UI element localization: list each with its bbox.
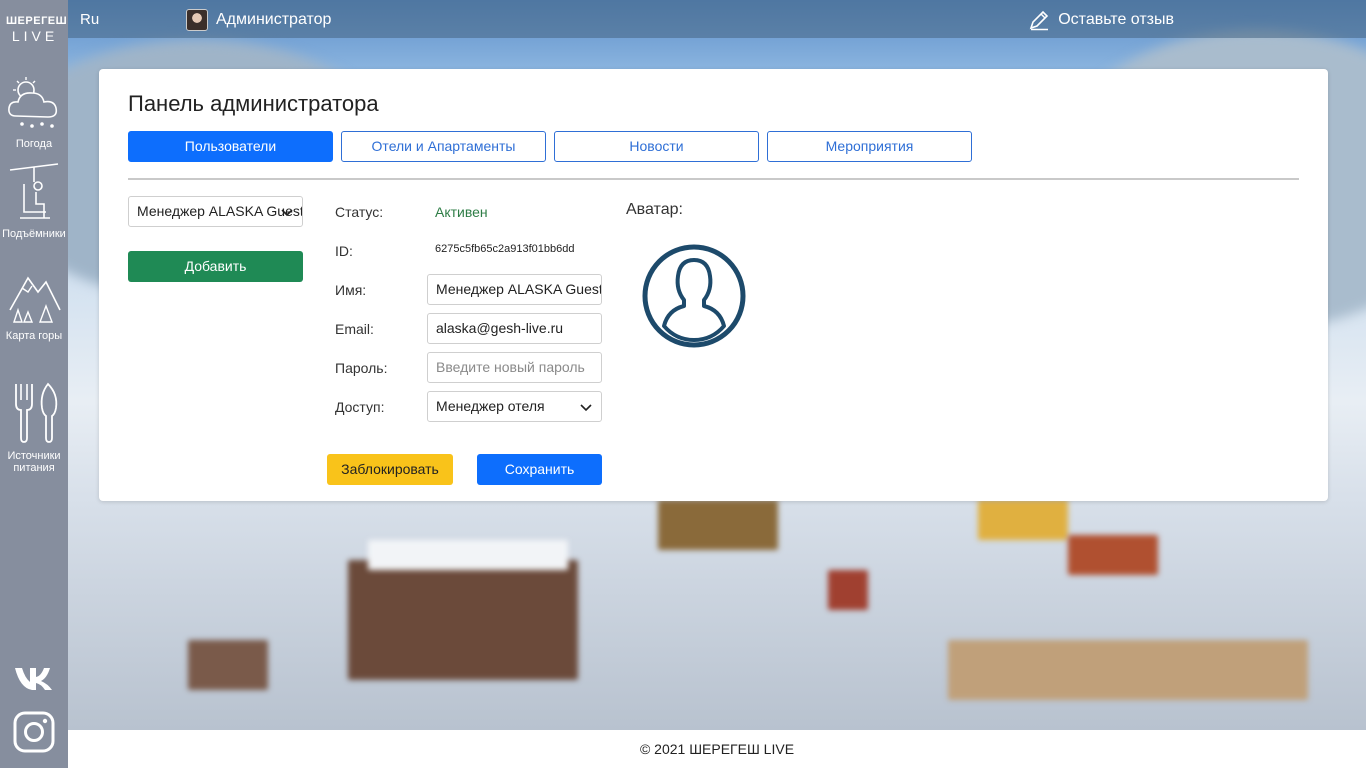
tab-users[interactable]: Пользователи — [128, 131, 333, 162]
save-button[interactable]: Сохранить — [477, 454, 602, 485]
status-value: Активен — [435, 204, 488, 220]
weather-icon — [8, 77, 58, 128]
ski-lift-icon — [9, 163, 59, 219]
sidebar-item-label: Погода — [15, 138, 53, 150]
vk-link[interactable] — [12, 656, 56, 700]
id-label: ID: — [335, 243, 353, 259]
name-label: Имя: — [335, 282, 367, 298]
pencil-icon — [1029, 10, 1049, 31]
avatar-placeholder-icon[interactable] — [642, 244, 746, 348]
feedback-label: Оставьте отзыв — [1058, 11, 1174, 28]
block-user-button[interactable]: Заблокировать — [327, 454, 453, 485]
add-user-button[interactable]: Добавить — [128, 251, 303, 282]
sidebar: ШЕРЕГЕШ LIVE Погода Подъёмники Карта гор… — [0, 0, 68, 768]
mountain-map-icon — [9, 276, 61, 323]
user-name: Администратор — [216, 11, 332, 28]
tab-hotels[interactable]: Отели и Апартаменты — [341, 131, 546, 162]
chevron-down-icon — [580, 404, 592, 412]
user-menu[interactable]: Администратор — [186, 9, 331, 31]
avatar-label: Аватар: — [626, 201, 683, 218]
password-field[interactable]: Введите новый пароль — [427, 352, 602, 383]
email-label: Email: — [335, 321, 374, 337]
vk-icon — [15, 668, 52, 690]
brand-logo[interactable]: ШЕРЕГЕШ LIVE — [6, 15, 68, 44]
copyright-text: © 2021 ШЕРЕГЕШ LIVE — [639, 741, 795, 757]
instagram-icon — [13, 711, 55, 753]
brand-bottom: LIVE — [11, 28, 59, 44]
sidebar-item-label: Источники питания — [7, 450, 61, 474]
access-select[interactable]: Менеджер отеля — [427, 391, 602, 422]
id-value: 6275c5fb65c2a913f01bb6dd — [435, 243, 575, 255]
chevron-down-icon — [281, 209, 293, 217]
user-select-value: Менеджер ALASKA Guest — [137, 203, 303, 219]
name-field[interactable]: Менеджер ALASKA Guest — [427, 274, 602, 305]
brand-top: ШЕРЕГЕШ — [6, 15, 68, 27]
sidebar-item-label: Подъёмники — [2, 228, 66, 240]
user-avatar — [186, 9, 208, 31]
footer: © 2021 ШЕРЕГЕШ LIVE — [68, 730, 1366, 768]
top-bar: Ru Администратор Оставьте отзыв — [68, 0, 1366, 38]
password-label: Пароль: — [335, 360, 388, 376]
user-select[interactable]: Менеджер ALASKA Guest — [128, 196, 303, 227]
tab-events[interactable]: Мероприятия — [767, 131, 972, 162]
tab-bar: Пользователи Отели и Апартаменты Новости… — [128, 131, 972, 162]
language-switch[interactable]: Ru — [80, 11, 99, 28]
admin-panel: Панель администратора Пользователи Отели… — [99, 69, 1328, 501]
instagram-link[interactable] — [12, 710, 56, 754]
email-field[interactable]: alaska@gesh-live.ru — [427, 313, 602, 344]
divider — [128, 178, 1299, 180]
sidebar-item-weather[interactable]: Погода — [0, 76, 68, 150]
food-icon — [15, 382, 58, 443]
sidebar-item-food[interactable]: Источники питания — [0, 380, 68, 474]
sidebar-item-map[interactable]: Карта горы — [0, 266, 68, 342]
tab-news[interactable]: Новости — [554, 131, 759, 162]
page-title: Панель администратора — [128, 91, 379, 116]
sidebar-item-lifts[interactable]: Подъёмники — [0, 162, 68, 240]
status-label: Статус: — [335, 204, 384, 220]
feedback-link[interactable]: Оставьте отзыв — [1028, 9, 1174, 31]
sidebar-item-label: Карта горы — [5, 330, 63, 342]
access-select-value: Менеджер отеля — [436, 398, 545, 414]
access-label: Доступ: — [335, 399, 385, 415]
